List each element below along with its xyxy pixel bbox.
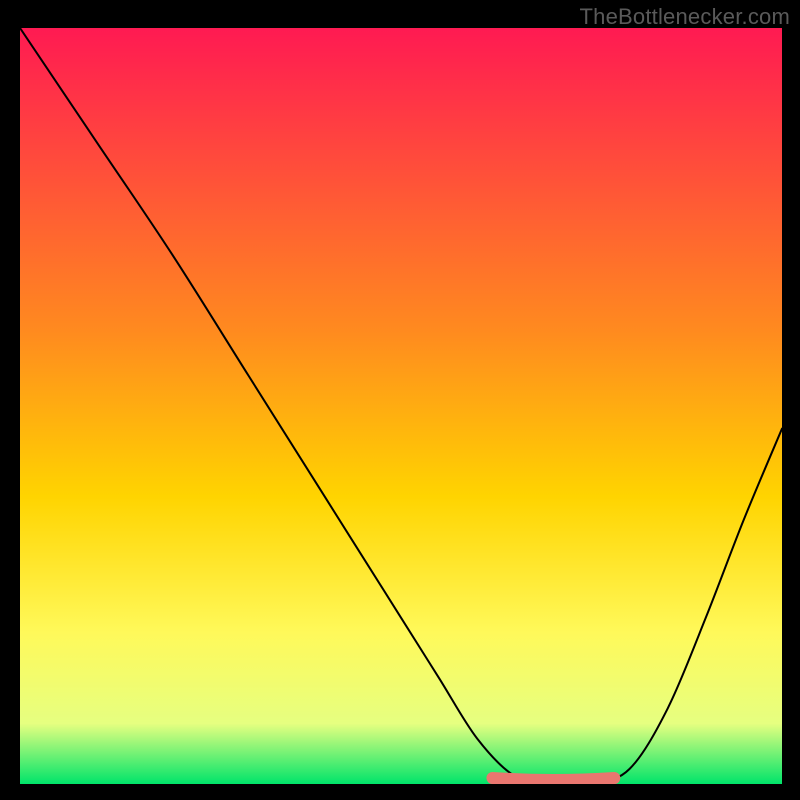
optimal-range-marker	[492, 778, 614, 780]
gradient-background	[20, 28, 782, 784]
chart-svg	[20, 28, 782, 784]
chart-frame: TheBottlenecker.com	[0, 0, 800, 800]
watermark-text: TheBottlenecker.com	[580, 4, 790, 30]
chart-plot-area	[20, 28, 782, 784]
